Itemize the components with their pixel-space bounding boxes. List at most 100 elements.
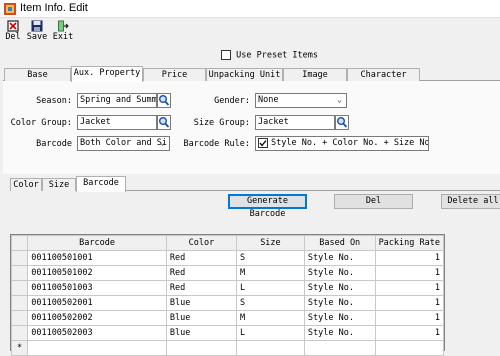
size-group-label: Size Group:: [193, 118, 250, 128]
cell-packing-rate[interactable]: 1: [374, 250, 445, 266]
cell-color[interactable]: Red: [165, 250, 237, 266]
generate-barcode-button[interactable]: Generate Barcode: [228, 194, 307, 219]
cell-size[interactable]: M: [235, 310, 305, 326]
table-row[interactable]: 001100502001 Blue S Style No. 1: [10, 295, 445, 311]
cell-size[interactable]: S: [235, 250, 305, 266]
cell-barcode[interactable]: 001100502001: [27, 295, 167, 311]
cell-based-on[interactable]: Style No.: [303, 250, 376, 266]
column-header-packing-rate[interactable]: Packing Rate: [374, 235, 445, 251]
del-toolbar-button[interactable]: Del: [0, 20, 26, 45]
color-group-label: Color Group:: [10, 118, 72, 128]
cell-packing-rate[interactable]: 1: [374, 325, 445, 341]
search-icon: [159, 117, 170, 128]
barcode-rule-value: Style No. + Color No. + Size No.: [271, 138, 429, 148]
row-selector[interactable]: [10, 280, 29, 296]
sub-tabs: Color Size Barcode: [10, 176, 500, 192]
cell-based-on[interactable]: Style No.: [303, 295, 376, 311]
save-icon: [31, 20, 43, 32]
cell-color[interactable]: Red: [165, 280, 237, 296]
check-icon: [259, 139, 267, 147]
column-header-based-on[interactable]: Based On: [303, 235, 376, 251]
cell-based-on[interactable]: Style No.: [303, 265, 376, 281]
window-title: Item Info. Edit: [20, 2, 88, 14]
cell-size[interactable]: L: [235, 325, 305, 341]
subtab-size[interactable]: Size: [42, 178, 76, 191]
cell-packing-rate[interactable]: 1: [374, 280, 445, 296]
cell-size[interactable]: S: [235, 295, 305, 311]
size-group-lookup-button[interactable]: [335, 115, 349, 130]
main-tabs: Base Aux. Property Price Unpacking Unit …: [3, 66, 500, 82]
cell-barcode[interactable]: 001100501003: [27, 280, 167, 296]
subtab-barcode[interactable]: Barcode: [76, 176, 126, 192]
new-table-row[interactable]: *: [10, 340, 445, 356]
row-selector[interactable]: [10, 295, 29, 311]
cell-packing-rate[interactable]: 1: [374, 265, 445, 281]
table-row[interactable]: 001100502003 Blue L Style No. 1: [10, 325, 445, 341]
season-lookup-button[interactable]: [157, 93, 171, 108]
season-field[interactable]: Spring and Summer: [77, 93, 157, 108]
exit-icon: [58, 20, 69, 32]
use-preset-items-option[interactable]: Use Preset Items: [221, 50, 318, 61]
cell-color[interactable]: Red: [165, 265, 237, 281]
cell-color[interactable]: [165, 340, 237, 356]
cell-color[interactable]: Blue: [165, 325, 237, 341]
row-selector[interactable]: [10, 250, 29, 266]
gender-label: Gender:: [214, 96, 250, 106]
column-header-barcode[interactable]: Barcode: [27, 235, 167, 251]
cell-packing-rate[interactable]: [374, 340, 445, 356]
color-group-field[interactable]: Jacket: [77, 115, 157, 130]
cell-based-on[interactable]: [303, 340, 376, 356]
cell-color[interactable]: Blue: [165, 310, 237, 326]
cell-based-on[interactable]: Style No.: [303, 280, 376, 296]
del-barcode-button[interactable]: Del: [334, 194, 413, 209]
column-header-size[interactable]: Size: [235, 235, 305, 251]
cell-color[interactable]: Blue: [165, 295, 237, 311]
cell-size[interactable]: M: [235, 265, 305, 281]
row-selector[interactable]: [10, 310, 29, 326]
barcode-type-select[interactable]: Both Color and Si: ⌄: [77, 136, 170, 151]
barcode-grid[interactable]: Barcode Color Size Based On Packing Rate…: [10, 234, 445, 356]
delete-all-button[interactable]: Delete all: [441, 194, 500, 209]
cell-size[interactable]: L: [235, 280, 305, 296]
tab-price[interactable]: Price: [143, 68, 206, 81]
row-selector[interactable]: [10, 265, 29, 281]
del-toolbar-label: Del: [5, 32, 21, 42]
chevron-down-icon[interactable]: ⌄: [157, 137, 168, 150]
table-row[interactable]: 001100501001 Red S Style No. 1: [10, 250, 445, 266]
search-icon: [337, 117, 348, 128]
subtab-color[interactable]: Color: [10, 178, 42, 191]
cell-barcode[interactable]: 001100501001: [27, 250, 167, 266]
tab-base[interactable]: Base: [4, 68, 71, 81]
chevron-down-icon[interactable]: ⌄: [334, 94, 345, 107]
cell-based-on[interactable]: Style No.: [303, 310, 376, 326]
cell-barcode[interactable]: [27, 340, 167, 356]
save-toolbar-button[interactable]: Save: [24, 20, 50, 45]
tab-character[interactable]: Character: [347, 68, 420, 81]
barcode-rule-label: Barcode Rule:: [183, 139, 250, 149]
exit-toolbar-button[interactable]: Exit: [50, 20, 76, 45]
barcode-rule-field[interactable]: Style No. + Color No. + Size No.: [255, 136, 429, 151]
barcode-rule-checkbox[interactable]: [258, 137, 268, 148]
tab-image[interactable]: Image: [283, 68, 347, 81]
cell-packing-rate[interactable]: 1: [374, 310, 445, 326]
tab-aux-property[interactable]: Aux. Property: [71, 66, 143, 82]
color-group-lookup-button[interactable]: [157, 115, 171, 130]
barcode-label: Barcode: [36, 139, 72, 149]
delete-icon: [7, 20, 19, 32]
table-row[interactable]: 001100501002 Red M Style No. 1: [10, 265, 445, 281]
gender-select[interactable]: None ⌄: [255, 93, 347, 108]
cell-size[interactable]: [235, 340, 305, 356]
table-row[interactable]: 001100501003 Red L Style No. 1: [10, 280, 445, 296]
tab-unpacking-unit[interactable]: Unpacking Unit: [206, 68, 283, 81]
use-preset-items-checkbox[interactable]: [221, 50, 231, 60]
column-header-color[interactable]: Color: [165, 235, 237, 251]
cell-packing-rate[interactable]: 1: [374, 295, 445, 311]
size-group-field[interactable]: Jacket: [255, 115, 335, 130]
cell-based-on[interactable]: Style No.: [303, 325, 376, 341]
new-row-marker[interactable]: *: [10, 340, 29, 356]
cell-barcode[interactable]: 001100502003: [27, 325, 167, 341]
row-selector[interactable]: [10, 325, 29, 341]
cell-barcode[interactable]: 001100501002: [27, 265, 167, 281]
table-row[interactable]: 001100502002 Blue M Style No. 1: [10, 310, 445, 326]
cell-barcode[interactable]: 001100502002: [27, 310, 167, 326]
